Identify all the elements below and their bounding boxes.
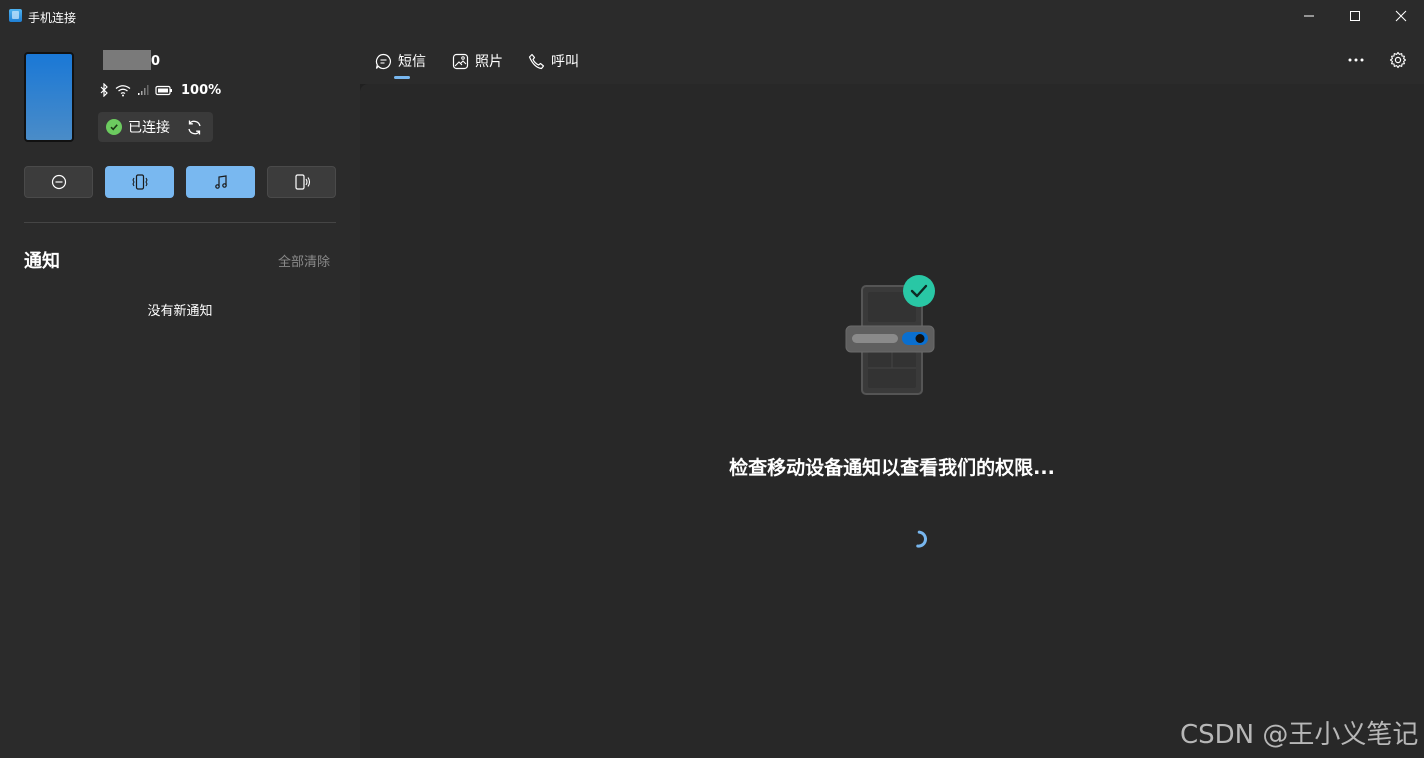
bluetooth-icon <box>100 83 108 97</box>
clear-all-button[interactable]: 全部清除 <box>278 251 330 270</box>
close-icon <box>1395 10 1407 22</box>
battery-icon <box>155 85 172 95</box>
device-name-redacted <box>103 50 151 70</box>
signal-icon <box>138 85 149 95</box>
photo-icon <box>452 53 469 69</box>
notifications-title: 通知 <box>24 251 60 272</box>
permission-illustration <box>845 275 935 395</box>
device-status-row: 100% <box>99 82 221 98</box>
settings-button[interactable] <box>1386 48 1410 72</box>
connection-status: 已连接 <box>98 112 213 142</box>
device-name: 0 <box>151 54 161 69</box>
vibrate-icon <box>131 174 148 190</box>
battery-level: 100% <box>181 82 222 98</box>
phone-audio-button[interactable] <box>267 166 336 198</box>
tab-calls[interactable]: 呼叫 <box>528 51 579 71</box>
app-icon <box>9 9 22 22</box>
tab-messages[interactable]: 短信 <box>375 51 426 71</box>
app-title: 手机连接 <box>28 11 77 25</box>
wifi-icon <box>115 84 131 96</box>
vibrate-button[interactable] <box>105 166 174 198</box>
message-icon <box>375 53 391 69</box>
refresh-button[interactable] <box>186 119 203 140</box>
tab-photos[interactable]: 照片 <box>452 51 503 71</box>
maximize-icon <box>1350 11 1360 21</box>
close-button[interactable] <box>1378 0 1424 32</box>
phone-image <box>24 52 74 142</box>
selected-tab-indicator <box>394 76 410 79</box>
phone-audio-icon <box>294 174 310 190</box>
top-navigation: 短信 照片 呼叫 <box>360 32 1424 84</box>
maximize-button[interactable] <box>1332 0 1378 32</box>
gear-icon <box>1389 51 1407 69</box>
more-options-button[interactable] <box>1344 48 1368 72</box>
music-icon <box>214 175 227 189</box>
tab-messages-label: 短信 <box>398 54 426 70</box>
divider <box>24 222 336 223</box>
loading-spinner <box>916 530 927 548</box>
minimize-button[interactable] <box>1286 0 1332 32</box>
tab-calls-label: 呼叫 <box>551 54 579 70</box>
main-content: 检查移动设备通知以查看我们的权限... CSDN @王小义笔记 <box>360 84 1424 758</box>
connection-label: 已连接 <box>128 120 170 136</box>
refresh-icon <box>188 120 201 135</box>
minimize-icon <box>1304 15 1314 17</box>
status-message: 检查移动设备通知以查看我们的权限... <box>729 457 1055 479</box>
do-not-disturb-button[interactable] <box>24 166 93 198</box>
check-icon <box>106 119 122 135</box>
empty-notifications-text: 没有新通知 <box>147 304 213 319</box>
do-not-disturb-icon <box>51 174 66 190</box>
phone-link-window: 手机连接 0 100% 已连接 通知 全部清除 没有新通知 短信 照片 呼叫 检… <box>0 0 1424 758</box>
media-button[interactable] <box>186 166 255 198</box>
watermark: CSDN @王小义笔记 <box>1180 720 1419 750</box>
sidebar: 0 100% 已连接 通知 全部清除 没有新通知 <box>0 32 360 758</box>
title-bar: 手机连接 <box>0 0 1424 32</box>
tab-photos-label: 照片 <box>475 54 503 70</box>
phone-icon <box>528 53 545 69</box>
more-icon <box>1348 58 1364 62</box>
